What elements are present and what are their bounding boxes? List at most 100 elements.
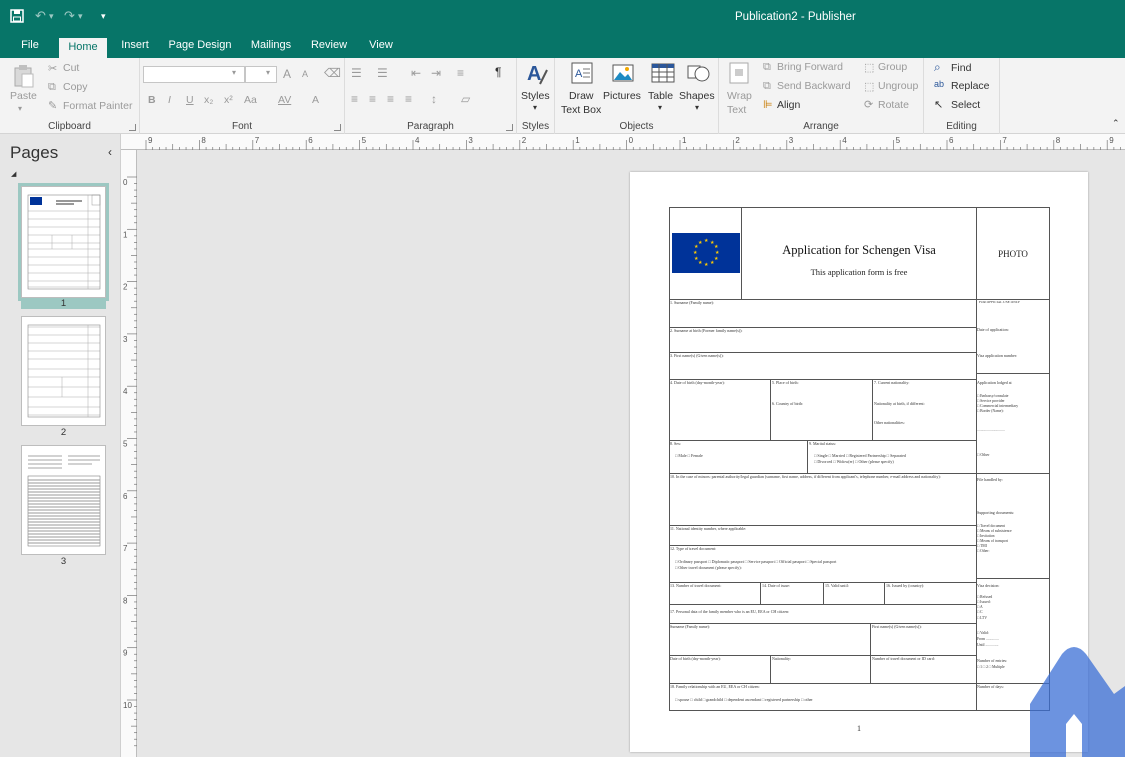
send-backward-button[interactable]: Send Backward [777,80,851,92]
font-size-box[interactable] [245,66,277,83]
field-first-names[interactable]: 3. First name(s) (Given name(s)): [670,353,724,358]
tab-mailings[interactable]: Mailings [244,36,298,58]
field-family-member[interactable]: 17. Personal data of the family member w… [670,609,789,614]
columns-icon[interactable]: ≡ [457,66,464,80]
draw-text-box-button[interactable]: A Draw Text Box [559,60,603,118]
align-right-icon[interactable]: ≡ [387,92,394,106]
chevron-left-icon[interactable]: ‹ [108,145,112,159]
form-title[interactable]: Application for Schengen Visa [742,243,976,258]
replace-button[interactable]: Replace [951,80,990,92]
field-other-nationalities[interactable]: Other nationalities: [874,420,905,425]
undo-dropdown-icon[interactable]: ▾ [49,11,54,22]
character-spacing-button[interactable]: AV [278,94,291,106]
field-family-relationship[interactable]: 18. Family relationship with an EU, EEA … [670,684,760,689]
underline-button[interactable]: U [186,94,194,106]
line-spacing-icon[interactable]: ↕ [431,92,437,106]
field-issued-by[interactable]: 16. Issued by (country): [886,583,924,588]
field-family-first-names[interactable]: First name(s) (Given name(s)): [872,624,922,629]
shading-icon[interactable]: ▱ [461,92,470,106]
rotate-button[interactable]: Rotate [878,99,909,111]
redo-icon[interactable]: ↷ [64,8,75,24]
save-icon[interactable] [10,9,24,23]
field-date-of-birth[interactable]: 4. Date of birth (day-month-year): [670,380,725,385]
cut-button[interactable]: Cut [63,62,79,74]
field-family-nationality[interactable]: Nationality: [772,656,791,661]
field-minors-guardian[interactable]: 10. In the case of minors: parental auth… [670,474,974,479]
paragraph-launcher-icon[interactable] [506,124,513,131]
paste-button[interactable]: Paste ▾ [10,64,37,116]
field-surname-at-birth[interactable]: 2. Surname at birth (Former family name(… [670,328,743,333]
tab-review[interactable]: Review [306,36,352,58]
pictures-button[interactable]: Pictures [603,60,643,116]
group-button[interactable]: Group [878,61,907,73]
horizontal-ruler[interactable]: 9 8 7 6 5 4 3 2 1 0 1 2 3 4 5 6 7 8 9 [121,134,1125,150]
tab-home[interactable]: Home [59,38,107,58]
font-name-dropdown-icon[interactable]: ▾ [232,68,236,77]
font-color-button[interactable]: A [312,94,319,106]
copy-button[interactable]: Copy [63,81,88,93]
shrink-font-button[interactable]: A [302,69,308,79]
field-travel-doc-type[interactable]: 12. Type of travel document: [670,546,716,551]
publication-page[interactable]: ★ ★ ★ ★ ★ ★ ★ ★ ★ ★ ★ ★ Application for Schengen … [630,172,1088,752]
change-case-button[interactable]: Aa [244,94,257,106]
ungroup-button[interactable]: Ungroup [878,80,918,92]
field-travel-doc-options-1[interactable]: □ Ordinary passport □ Diplomatic passpor… [675,559,836,564]
page-thumbnail-2[interactable] [21,316,106,426]
field-national-id[interactable]: 11. National identity number, where appl… [670,526,746,531]
show-marks-button[interactable]: ¶ [495,65,501,79]
field-surname[interactable]: 1. Surname (Family name): [670,300,714,305]
field-nationality-at-birth[interactable]: Nationality at birth, if different: [874,401,925,406]
tab-insert[interactable]: Insert [115,36,155,58]
field-family-relationship-options[interactable]: □ spouse □ child □ grandchild □ dependen… [675,697,813,702]
redo-dropdown-icon[interactable]: ▾ [78,11,83,22]
numbering-icon[interactable]: ☰ [377,66,388,80]
field-place-of-birth[interactable]: 5. Place of birth: [772,380,799,385]
field-family-surname[interactable]: Surname (Family name): [670,624,710,629]
field-travel-doc-options-2[interactable]: □ Other travel document (please specify)… [675,565,742,570]
grow-font-button[interactable]: A [283,67,291,81]
decrease-indent-icon[interactable]: ⇤ [411,66,421,80]
shapes-button[interactable]: Shapes ▾ [679,60,717,118]
font-launcher-icon[interactable] [334,124,341,131]
collapse-ribbon-icon[interactable]: ⌃ [1112,118,1120,129]
subscript-button[interactable]: x₂ [204,94,213,106]
tab-file[interactable]: File [13,36,47,58]
align-left-icon[interactable]: ≡ [351,92,358,106]
field-valid-until[interactable]: 15. Valid until: [825,583,849,588]
select-button[interactable]: Select [951,99,980,111]
field-sex-options[interactable]: □ Male □ Female [675,453,703,458]
field-sex[interactable]: 8. Sex: [670,441,681,446]
field-current-nationality[interactable]: 7. Current nationality: [874,380,909,385]
field-marital-options-2[interactable]: □ Divorced □ Widow(er) □ Other (please s… [814,459,894,464]
find-button[interactable]: Find [951,62,971,74]
table-button[interactable]: Table ▾ [645,60,679,118]
field-marital-status[interactable]: 9. Marital status: [809,441,836,446]
format-painter-button[interactable]: Format Painter [63,100,132,112]
field-family-dob[interactable]: Date of birth (day-month-year): [670,656,721,661]
italic-button[interactable]: I [168,94,171,106]
customize-quick-access-icon[interactable]: ▾ [101,11,106,22]
tab-page-design[interactable]: Page Design [166,36,234,58]
vertical-ruler[interactable]: 0 1 2 3 4 5 6 7 8 9 10 [121,150,137,757]
styles-button[interactable]: A Styles ▾ [519,60,553,116]
field-date-of-issue[interactable]: 14. Date of issue: [762,583,790,588]
field-family-doc-number[interactable]: Number of travel document or ID card: [872,656,935,661]
field-marital-options-1[interactable]: □ Single □ Married □ Registered Partners… [814,453,906,458]
bullets-icon[interactable]: ☰ [351,66,362,80]
form-subtitle[interactable]: This application form is free [742,267,976,277]
document-canvas[interactable]: ★ ★ ★ ★ ★ ★ ★ ★ ★ ★ ★ ★ Application for Schengen … [137,150,1125,757]
font-name-box[interactable] [143,66,245,83]
clipboard-launcher-icon[interactable] [129,124,136,131]
undo-icon[interactable]: ↶ [35,8,46,24]
page-thumbnail-3[interactable] [21,445,106,555]
align-button[interactable]: Align [777,99,800,111]
section-collapse-icon[interactable]: ◢ [11,170,16,178]
align-center-icon[interactable]: ≡ [369,92,376,106]
field-country-of-birth[interactable]: 6. Country of birth: [772,401,803,406]
wrap-text-button[interactable]: Wrap Text [723,60,755,120]
clear-formatting-icon[interactable]: ⌫ [324,66,341,80]
superscript-button[interactable]: x² [224,94,233,106]
increase-indent-icon[interactable]: ⇥ [431,66,441,80]
font-size-dropdown-icon[interactable]: ▾ [266,68,270,77]
photo-box-label[interactable]: PHOTO [977,249,1049,260]
